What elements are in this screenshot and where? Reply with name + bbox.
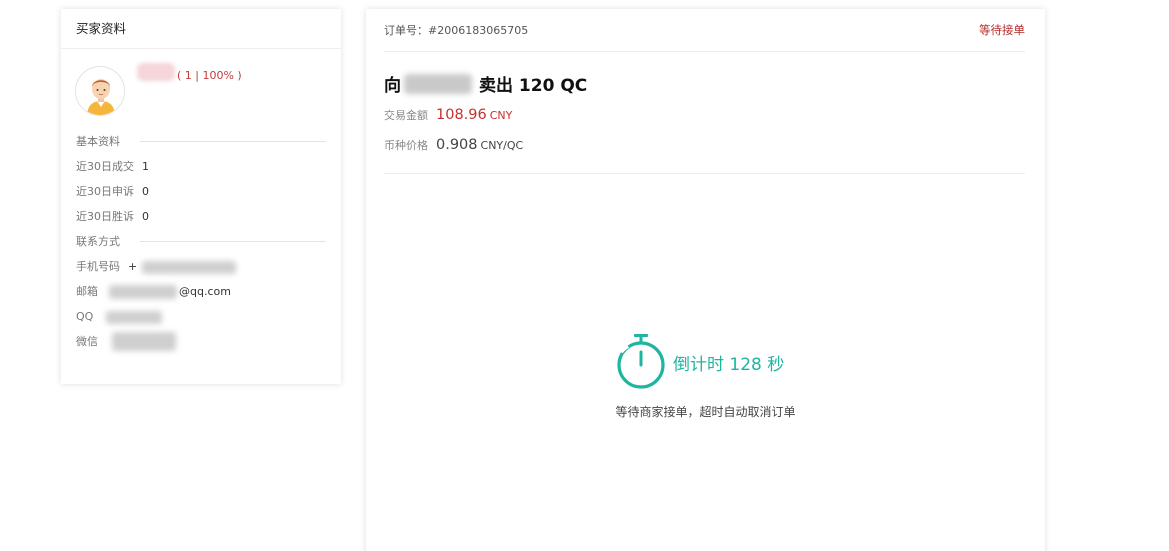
phone-label: 手机号码 [76,260,120,273]
wins-30d-label: 近30日胜诉 [76,210,134,223]
user-avatar-icon [75,66,125,116]
wechat-row: 微信 [76,329,341,354]
coin-price-label: 币种价格 [384,139,428,152]
order-divider [384,173,1025,174]
email-row: 邮箱 @qq.com [76,279,341,304]
order-number: 订单号：#2006183065705 [384,24,529,37]
basic-info-label: 基本资料 [76,135,130,148]
countdown-text: 倒计时 128 秒 [673,355,785,375]
countdown-hint: 等待商家接单，超时自动取消订单 [615,405,796,419]
email-label: 邮箱 [76,285,98,298]
buyer-trade-stats: ( 1 | 100% ) [177,69,242,82]
buyer-summary: ( 1 | 100% ) [61,49,341,129]
email-redacted [109,285,177,299]
phone-row: 手机号码 + [76,254,341,279]
section-divider [140,141,326,142]
order-page: 买家资料 ( 1 | 100% ) 基本资料 近30日成交 1 近30日申诉 0… [0,0,1169,551]
trade-amount-label: 交易金额 [384,109,428,122]
trades-30d-label: 近30日成交 [76,160,134,173]
trade-amount-unit: CNY [489,109,513,122]
buyer-card-title: 买家资料 [61,9,341,49]
appeals-30d-value: 0 [142,185,149,198]
wins-30d-row: 近30日胜诉 0 [76,204,341,229]
section-divider [140,241,326,242]
coin-price-row: 币种价格 0.908 CNY/QC [384,137,523,153]
order-title-suffix: 卖出 120 QC [479,76,588,96]
email-value: @qq.com [179,285,231,298]
buyer-name-redacted [137,63,175,81]
contact-section-title: 联系方式 [76,229,326,254]
stopwatch-icon [617,334,665,389]
order-title-prefix: 向 [384,76,401,96]
wechat-label: 微信 [76,335,98,348]
trades-30d-row: 近30日成交 1 [76,154,341,179]
phone-redacted [142,261,236,274]
qq-redacted [106,311,162,324]
order-title: 向 卖出 120 QC [384,71,587,96]
basic-info-section-title: 基本资料 [76,129,326,154]
qq-row: QQ [76,304,341,329]
appeals-30d-row: 近30日申诉 0 [76,179,341,204]
buyer-info-card: 买家资料 ( 1 | 100% ) 基本资料 近30日成交 1 近30日申诉 0… [61,9,341,384]
order-header: 订单号：#2006183065705 等待接单 [384,9,1025,52]
phone-value: + [128,260,138,273]
coin-price-unit: CNY/QC [480,139,524,152]
wins-30d-value: 0 [142,210,149,223]
qq-label: QQ [76,310,94,323]
trade-amount-row: 交易金额 108.96 CNY [384,107,512,123]
trade-amount-value: 108.96 [436,107,487,123]
order-detail-card: 订单号：#2006183065705 等待接单 向 卖出 120 QC 交易金额 1… [366,9,1045,551]
coin-price-value: 0.908 [436,137,478,153]
order-status-badge: 等待接单 [979,23,1025,37]
contact-label: 联系方式 [76,235,130,248]
appeals-30d-label: 近30日申诉 [76,185,134,198]
trades-30d-value: 1 [142,160,149,173]
wechat-redacted [112,332,176,351]
